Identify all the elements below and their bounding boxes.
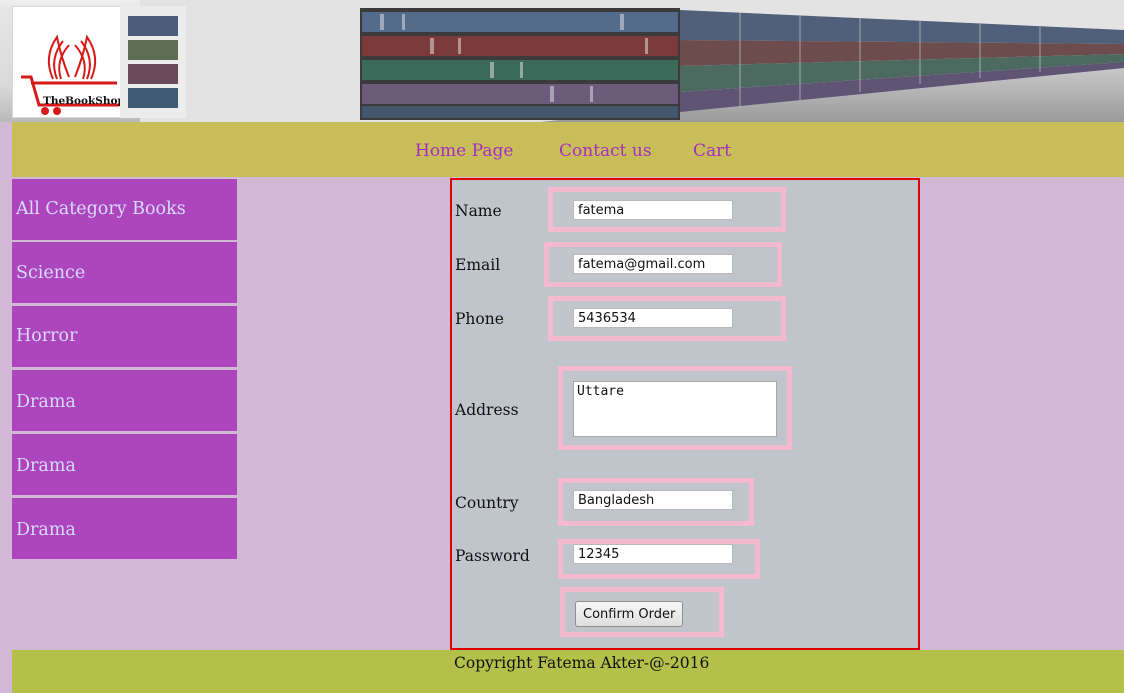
sidebar-item-label: Drama xyxy=(16,456,76,476)
bookshelf-thumbnail xyxy=(120,6,186,118)
nav-contact-link[interactable]: Contact us xyxy=(559,141,652,161)
nav-home-link[interactable]: Home Page xyxy=(415,141,513,161)
password-field[interactable] xyxy=(573,544,733,564)
phone-field[interactable] xyxy=(573,308,733,328)
sidebar-item-science[interactable]: Science xyxy=(12,242,237,303)
country-label: Country xyxy=(455,494,519,512)
name-field[interactable] xyxy=(573,200,733,220)
sidebar-item-label: Drama xyxy=(16,520,76,540)
email-label: Email xyxy=(455,256,501,274)
address-field[interactable]: Uttare xyxy=(573,381,777,437)
confirm-order-button[interactable]: Confirm Order xyxy=(575,601,684,627)
phone-label: Phone xyxy=(455,310,504,328)
sidebar-item-drama[interactable]: Drama xyxy=(12,498,237,559)
sidebar-item-label: All Category Books xyxy=(16,199,186,219)
sidebar-item-all-category[interactable]: All Category Books xyxy=(12,179,237,240)
top-nav: Home Page Contact us Cart xyxy=(12,122,1124,177)
name-label: Name xyxy=(455,202,502,220)
address-label: Address xyxy=(455,401,519,419)
sidebar-item-label: Horror xyxy=(16,326,78,346)
header-banner: TheBookShop xyxy=(0,0,1124,122)
sidebar-item-label: Science xyxy=(16,263,86,283)
email-field[interactable] xyxy=(573,254,733,274)
page: TheBookShop Home Page Contact us Cart Al… xyxy=(0,0,1124,693)
footer: Copyright Fatema Akter-@-2016 xyxy=(12,650,1124,693)
sidebar-item-drama[interactable]: Drama xyxy=(12,370,237,431)
sidebar-item-drama[interactable]: Drama xyxy=(12,434,237,495)
country-field[interactable] xyxy=(573,490,733,510)
logo[interactable]: TheBookShop xyxy=(12,6,130,118)
order-form: Name Email Phone Address Uttare Country … xyxy=(450,178,920,650)
footer-copyright: Copyright Fatema Akter-@-2016 xyxy=(454,654,710,672)
library-shelves-image xyxy=(140,0,1124,122)
nav-cart-link[interactable]: Cart xyxy=(693,141,731,161)
logo-text: TheBookShop xyxy=(43,95,125,107)
sidebar-item-horror[interactable]: Horror xyxy=(12,306,237,367)
password-label: Password xyxy=(455,547,530,565)
sidebar-item-label: Drama xyxy=(16,392,76,412)
